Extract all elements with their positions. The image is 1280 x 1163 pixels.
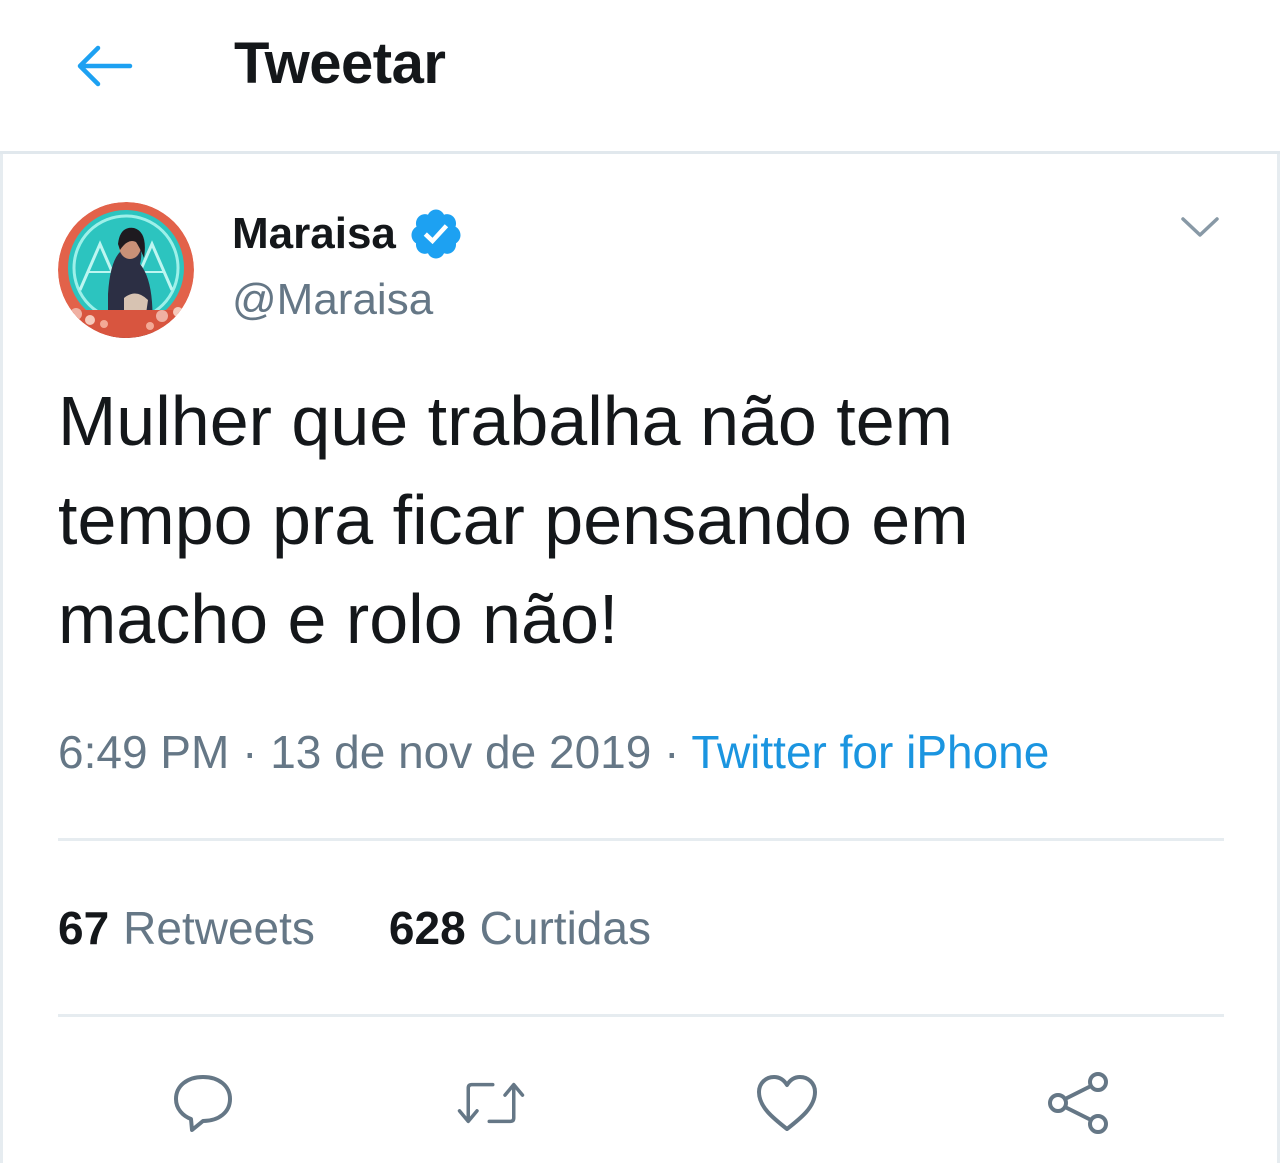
avatar-image xyxy=(58,202,194,338)
top-bar: Tweetar xyxy=(0,0,1280,152)
share-icon xyxy=(1048,1072,1108,1134)
retweets-count: 67 xyxy=(58,902,110,954)
tweet-source-link[interactable]: Twitter for iPhone xyxy=(691,726,1049,778)
like-button[interactable] xyxy=(752,1068,822,1138)
tweet-menu-button[interactable] xyxy=(1168,200,1232,254)
reply-icon xyxy=(174,1075,232,1132)
divider xyxy=(58,838,1224,841)
tweet-date: 13 de nov de 2019 xyxy=(270,726,652,778)
chevron-down-icon xyxy=(1181,217,1219,237)
tweet-text: Mulher que trabalha não tem tempo pra fi… xyxy=(58,382,969,658)
page-title: Tweetar xyxy=(234,31,446,96)
tweet-meta: 6:49 PM · 13 de nov de 2019 · Twitter fo… xyxy=(58,722,1049,782)
avatar[interactable] xyxy=(58,202,194,338)
header-divider xyxy=(0,151,1280,154)
tweet-time: 6:49 PM xyxy=(58,726,230,778)
retweet-icon xyxy=(457,1082,525,1124)
likes-stat[interactable]: 628 Curtidas xyxy=(389,898,651,958)
arrow-left-icon xyxy=(77,45,133,87)
back-button[interactable] xyxy=(62,30,146,102)
like-icon xyxy=(757,1075,817,1131)
retweet-button[interactable] xyxy=(456,1068,526,1138)
retweets-stat[interactable]: 67 Retweets xyxy=(58,898,315,958)
meta-separator: · xyxy=(242,726,258,778)
author-name-row[interactable]: Maraisa xyxy=(232,204,464,264)
share-button[interactable] xyxy=(1044,1068,1114,1138)
column-border-left xyxy=(0,154,3,1163)
likes-count: 628 xyxy=(388,902,466,954)
tweet-detail-page: Tweetar Maraisa @Maraisa Mulher que trab… xyxy=(0,0,1280,1163)
retweets-label: Retweets xyxy=(123,902,315,954)
reply-button[interactable] xyxy=(168,1068,238,1138)
author-handle[interactable]: @Maraisa xyxy=(232,272,433,328)
divider xyxy=(58,1014,1224,1017)
verified-badge-icon xyxy=(411,209,461,259)
tweet-stats: 67 Retweets 628 Curtidas xyxy=(58,898,651,958)
author-name: Maraisa xyxy=(232,209,396,258)
likes-label: Curtidas xyxy=(479,902,651,954)
meta-separator: · xyxy=(664,726,680,778)
